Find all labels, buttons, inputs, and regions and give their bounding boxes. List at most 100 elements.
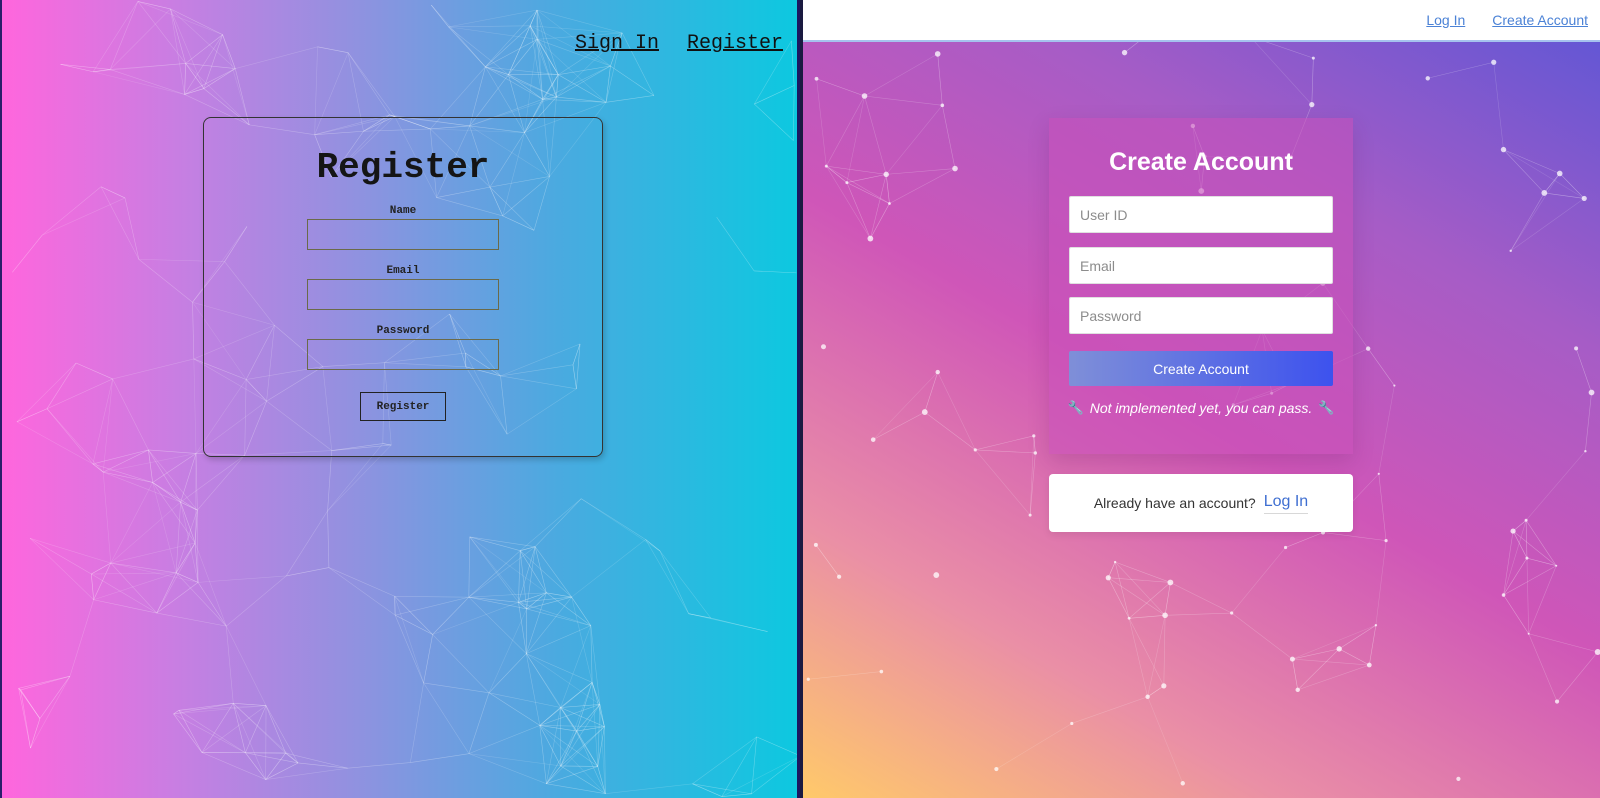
email-input[interactable] (307, 279, 499, 310)
password-input-right[interactable] (1069, 297, 1333, 334)
network-line (546, 766, 598, 784)
network-line (185, 63, 236, 69)
network-line (327, 450, 333, 511)
network-node (1510, 528, 1516, 534)
network-line (265, 705, 286, 754)
network-line (185, 63, 250, 126)
left-top-nav: Sign In Register (575, 32, 783, 55)
network-node (1161, 683, 1167, 689)
create-account-nav-link[interactable]: Create Account (1492, 12, 1588, 28)
network-line (526, 625, 591, 654)
network-line (1292, 659, 1299, 690)
network-line (1503, 594, 1529, 634)
network-line (92, 378, 113, 464)
network-line (488, 608, 527, 693)
network-line (975, 435, 1034, 451)
right-create-account-pane: Log In Create Account Create Account Cre… (803, 0, 1600, 798)
network-line (18, 688, 31, 749)
network-line (201, 752, 286, 754)
log-in-nav-link[interactable]: Log In (1426, 12, 1465, 28)
wrench-icon: 🔧 (1067, 400, 1084, 415)
email-label: Email (386, 265, 420, 277)
network-line (203, 68, 236, 89)
network-node (952, 165, 958, 172)
network-line (468, 725, 540, 754)
network-line (197, 455, 245, 511)
network-line (327, 510, 330, 568)
network-line (298, 762, 348, 769)
network-line (46, 408, 104, 473)
network-line (109, 1, 139, 70)
network-line (508, 25, 531, 75)
email-field-group: Email (204, 264, 602, 310)
network-node (1456, 776, 1461, 782)
network-node (837, 574, 842, 579)
network-line (394, 595, 469, 598)
register-button[interactable]: Register (360, 392, 446, 421)
sign-in-link[interactable]: Sign In (575, 32, 659, 55)
network-line (756, 736, 797, 755)
network-line (1297, 664, 1370, 691)
network-line (184, 34, 223, 95)
network-line (942, 105, 956, 169)
network-line (69, 599, 94, 677)
register-link[interactable]: Register (687, 32, 783, 55)
network-line (431, 4, 486, 68)
right-header-bar: Log In Create Account (803, 0, 1600, 42)
password-input[interactable] (307, 339, 499, 370)
network-line (529, 9, 538, 26)
network-line (170, 8, 223, 35)
network-node (806, 677, 810, 681)
network-line (1367, 348, 1395, 386)
network-node (1594, 648, 1600, 655)
name-input[interactable] (307, 219, 499, 250)
network-line (395, 596, 469, 616)
network-line (870, 174, 887, 239)
network-line (716, 216, 755, 272)
network-line (1503, 557, 1528, 596)
network-line (468, 692, 490, 754)
network-node (973, 448, 977, 452)
network-line (193, 358, 197, 454)
network-node (888, 202, 891, 205)
user-id-input[interactable] (1069, 196, 1333, 233)
create-account-button[interactable]: Create Account (1069, 351, 1333, 386)
network-line (1575, 348, 1592, 393)
network-line (432, 634, 490, 693)
network-line (152, 482, 198, 511)
network-node (1162, 612, 1168, 619)
email-input-right[interactable] (1069, 247, 1333, 284)
network-line (1378, 385, 1395, 474)
network-line (1165, 612, 1232, 616)
network-node (1033, 451, 1038, 455)
network-node (1588, 389, 1595, 396)
network-line (937, 53, 943, 106)
network-line (546, 730, 577, 784)
network-line (518, 602, 527, 654)
network-node (1167, 579, 1174, 586)
network-line (109, 8, 171, 70)
network-line (245, 705, 267, 753)
network-line (93, 572, 177, 601)
network-line (534, 498, 582, 547)
network-node (1556, 170, 1563, 177)
network-line (46, 378, 113, 409)
network-node (845, 181, 849, 185)
network-line (39, 676, 71, 719)
network-line (1147, 696, 1184, 784)
network-line (751, 736, 757, 794)
network-line (1128, 618, 1165, 687)
network-node (813, 542, 818, 547)
network-line (91, 573, 94, 600)
log-in-link[interactable]: Log In (1263, 493, 1309, 514)
network-line (1285, 532, 1324, 548)
network-line (542, 65, 611, 100)
network-line (864, 95, 887, 175)
network-line (468, 536, 471, 598)
network-line (556, 74, 559, 98)
network-line (606, 95, 655, 103)
network-line (1108, 577, 1130, 619)
create-account-card: Create Account Create Account 🔧 Not impl… (1049, 118, 1353, 454)
network-line (754, 103, 794, 141)
network-line (195, 453, 198, 511)
